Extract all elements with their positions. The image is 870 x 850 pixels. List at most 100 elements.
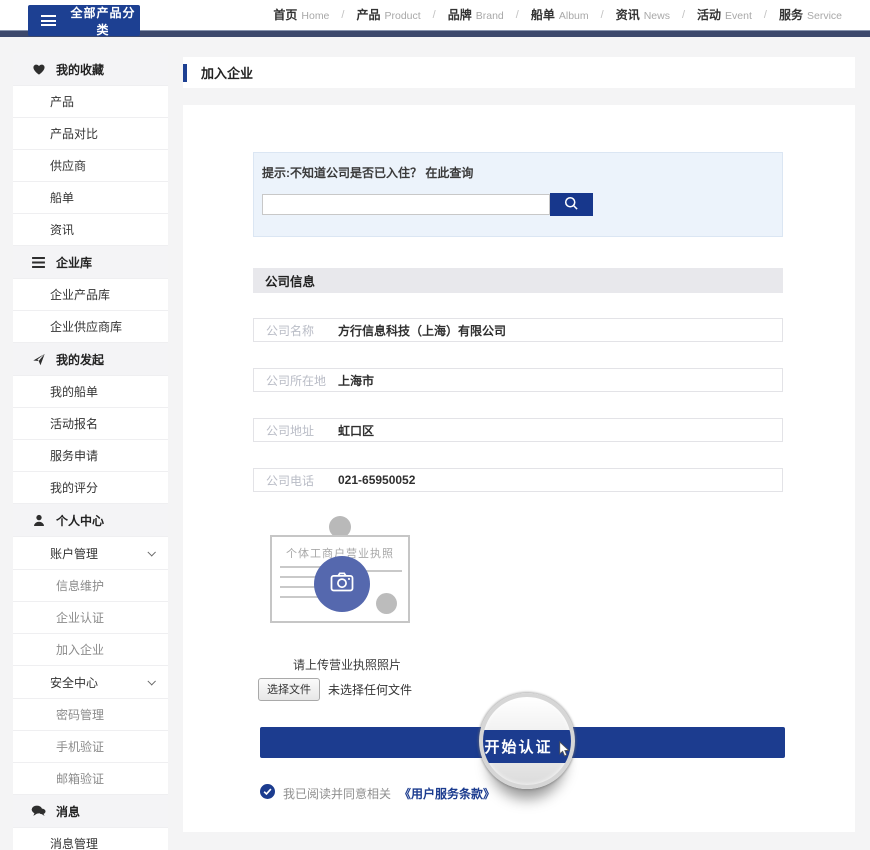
sidebar-item-23-header[interactable]: 消息: [13, 795, 168, 828]
sidebar-item-label: 企业认证: [56, 609, 104, 626]
nav-item-news[interactable]: 资讯News: [616, 6, 670, 24]
nav-item-brand[interactable]: 品牌Brand: [448, 6, 504, 24]
all-categories-button[interactable]: 全部产品分类: [28, 5, 140, 36]
page-header: 加入企业: [183, 57, 855, 88]
sidebar-item-label: 我的收藏: [56, 61, 104, 78]
sidebar-item-label: 邮箱验证: [56, 770, 104, 787]
company-field-0[interactable]: 公司名称方行信息科技（上海）有限公司: [253, 318, 783, 342]
sidebar-item-4-item[interactable]: 船单: [13, 182, 168, 214]
hamburger-icon: [41, 15, 56, 26]
sidebar-item-label: 产品: [50, 93, 74, 110]
agreement-row[interactable]: 我已阅读并同意相关 《用户服务条款》: [260, 784, 495, 802]
license-upload-button[interactable]: [314, 556, 370, 612]
sidebar-item-22-subitem[interactable]: 邮箱验证: [13, 763, 168, 795]
terms-link[interactable]: 《用户服务条款》: [399, 785, 495, 802]
nav-separator: /: [682, 9, 685, 21]
license-seal-circle: [376, 593, 397, 614]
check-circle-icon[interactable]: [260, 784, 275, 802]
sidebar-item-0-header[interactable]: 我的收藏: [13, 53, 168, 86]
camera-icon: [328, 568, 356, 601]
sidebar-item-5-item[interactable]: 资讯: [13, 214, 168, 246]
sidebar-item-label: 我的评分: [50, 479, 98, 496]
chevron-down-icon: [147, 677, 155, 685]
sidebar-item-18-subitem[interactable]: 加入企业: [13, 634, 168, 666]
sidebar-item-16-subitem[interactable]: 信息维护: [13, 570, 168, 602]
license-upload-placeholder[interactable]: 个体工商户营业执照: [270, 535, 410, 623]
sidebar-item-label: 密码管理: [56, 706, 104, 723]
sidebar-item-14-header[interactable]: 个人中心: [13, 504, 168, 537]
sidebar-item-3-item[interactable]: 供应商: [13, 150, 168, 182]
sidebar-item-8-item[interactable]: 企业供应商库: [13, 311, 168, 343]
sidebar-item-17-subitem[interactable]: 企业认证: [13, 602, 168, 634]
field-value: 方行信息科技（上海）有限公司: [338, 322, 506, 339]
zoom-bubble-band: 开始认证: [479, 730, 575, 763]
nav-separator: /: [601, 9, 604, 21]
sidebar-item-7-item[interactable]: 企业产品库: [13, 279, 168, 311]
field-value: 上海市: [338, 372, 374, 389]
agreement-text: 我已阅读并同意相关: [283, 785, 391, 802]
nav-separator: /: [764, 9, 767, 21]
field-label: 公司名称: [266, 322, 326, 339]
list-icon: [31, 257, 46, 268]
company-info-section-header: 公司信息: [253, 268, 783, 293]
heart-icon: [31, 63, 46, 75]
sidebar-item-label: 手机验证: [56, 738, 104, 755]
sidebar-item-label: 消息管理: [50, 835, 98, 850]
sidebar-item-1-item[interactable]: 产品: [13, 86, 168, 118]
sidebar-item-label: 个人中心: [56, 512, 104, 529]
main-panel: 提示:不知道公司是否已入住？ 在此查询 公司信息 公司名称方行信息科技（上海）有…: [183, 105, 855, 832]
search-hint-text: 提示:不知道公司是否已入住？ 在此查询: [262, 164, 473, 181]
sidebar-item-label: 产品对比: [50, 125, 98, 142]
nav-item-album[interactable]: 船单Album: [531, 6, 589, 24]
user-icon: [31, 514, 46, 527]
sidebar-item-2-item[interactable]: 产品对比: [13, 118, 168, 150]
sidebar-item-label: 资讯: [50, 221, 74, 238]
sidebar-item-10-item[interactable]: 我的船单: [13, 376, 168, 408]
field-label: 公司所在地: [266, 372, 326, 389]
company-search-button[interactable]: [550, 193, 593, 216]
sidebar-item-label: 供应商: [50, 157, 86, 174]
title-accent-bar: [183, 64, 187, 82]
sidebar-item-label: 加入企业: [56, 641, 104, 658]
field-value: 021-65950052: [338, 473, 415, 487]
sidebar-item-6-header[interactable]: 企业库: [13, 246, 168, 279]
search-icon: [563, 195, 580, 215]
sidebar-item-21-subitem[interactable]: 手机验证: [13, 731, 168, 763]
choose-file-button[interactable]: 选择文件: [258, 678, 320, 701]
sidebar-item-label: 企业供应商库: [50, 318, 122, 335]
sidebar-item-11-item[interactable]: 活动报名: [13, 408, 168, 440]
sidebar-item-label: 账户管理: [50, 545, 148, 562]
nav-item-product[interactable]: 产品Product: [356, 6, 420, 24]
sidebar-item-label: 我的发起: [56, 351, 104, 368]
chat-icon: [31, 805, 46, 817]
file-input-row: 选择文件 未选择任何文件: [258, 678, 412, 701]
nav-item-home[interactable]: 首页Home: [273, 6, 329, 24]
nav-separator: /: [433, 9, 436, 21]
sidebar-item-24-item[interactable]: 消息管理: [13, 828, 168, 850]
company-search-input[interactable]: [262, 194, 550, 215]
nav-item-event[interactable]: 活动Event: [697, 6, 752, 24]
nav-item-service[interactable]: 服务Service: [779, 6, 842, 24]
all-categories-label: 全部产品分类: [66, 4, 140, 38]
sidebar-item-19-group[interactable]: 安全中心: [13, 666, 168, 699]
company-field-2[interactable]: 公司地址虹口区: [253, 418, 783, 442]
sidebar-item-label: 服务申请: [50, 447, 98, 464]
sidebar-item-15-group[interactable]: 账户管理: [13, 537, 168, 570]
field-value: 虹口区: [338, 422, 374, 439]
nav-separator: /: [341, 9, 344, 21]
field-label: 公司地址: [266, 422, 326, 439]
sidebar-item-13-item[interactable]: 我的评分: [13, 472, 168, 504]
sidebar-item-20-subitem[interactable]: 密码管理: [13, 699, 168, 731]
company-field-3[interactable]: 公司电话021-65950052: [253, 468, 783, 492]
company-fields: 公司名称方行信息科技（上海）有限公司公司所在地上海市公司地址虹口区公司电话021…: [253, 318, 783, 518]
sidebar-item-9-header[interactable]: 我的发起: [13, 343, 168, 376]
sidebar-item-label: 船单: [50, 189, 74, 206]
sidebar-item-label: 信息维护: [56, 577, 104, 594]
top-bar: 全部产品分类 首页Home/产品Product/品牌Brand/船单Album/…: [0, 0, 870, 30]
sidebar-item-label: 企业产品库: [50, 286, 110, 303]
company-search-box: 提示:不知道公司是否已入住？ 在此查询: [253, 152, 783, 237]
nav-separator: /: [516, 9, 519, 21]
sidebar-item-12-item[interactable]: 服务申请: [13, 440, 168, 472]
company-field-1[interactable]: 公司所在地上海市: [253, 368, 783, 392]
chevron-down-icon: [147, 548, 155, 556]
